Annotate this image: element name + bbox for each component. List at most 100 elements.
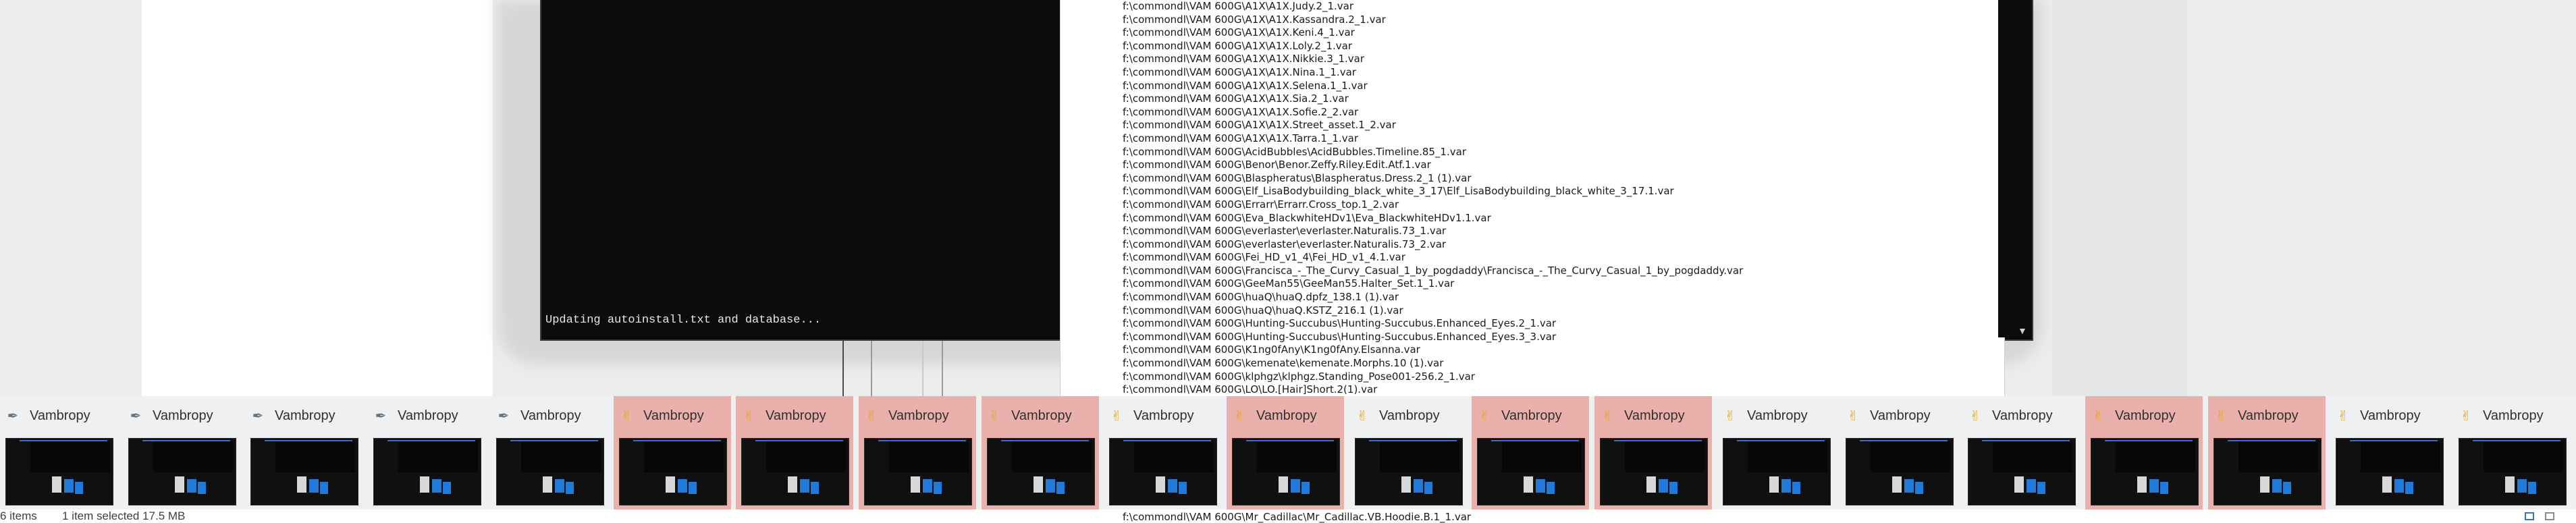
file-list-line: f:\commondl\VAM 600G\Francisca_-_The_Cur…: [1123, 264, 1744, 277]
desktop-background-right: [2052, 0, 2187, 398]
window-preview[interactable]: ✌ Vambropy: [1472, 396, 1589, 510]
file-list-line: f:\commondl\VAM 600G\A1X\A1X.Street_asse…: [1123, 119, 1396, 132]
window-preview-title: Vambropy: [275, 408, 336, 423]
window-preview-title: Vambropy: [1992, 408, 2053, 423]
desktop-background: [142, 0, 493, 398]
file-list-line: f:\commondl\VAM 600G\Eva_BlackwhiteHDv1\…: [1123, 211, 1491, 224]
file-list-line: f:\commondl\VAM 600G\A1X\A1X.Keni.4_1.va…: [1123, 26, 1355, 39]
window-edge-line: [922, 341, 923, 398]
window-preview[interactable]: ✌ Vambropy: [736, 396, 853, 510]
window-preview-thumbnail: [987, 438, 1095, 505]
file-list-line: f:\commondl\VAM 600G\A1X\A1X.Kassandra.2…: [1123, 13, 1386, 26]
large-icons-view-icon[interactable]: [2545, 512, 2554, 520]
window-preview-title: Vambropy: [1256, 408, 1317, 423]
window-preview-title: Vambropy: [1133, 408, 1194, 423]
window-preview[interactable]: ✌ Vambropy: [1104, 396, 1221, 510]
window-preview-thumbnail: [1232, 438, 1340, 505]
window-preview-header: ✌ Vambropy: [1355, 406, 1467, 426]
window-preview[interactable]: ✌ Vambropy: [2330, 396, 2448, 510]
window-preview[interactable]: ✌ Vambropy: [2453, 396, 2571, 510]
window-preview-thumbnail: [741, 438, 849, 505]
window-preview[interactable]: ✌ Vambropy: [982, 396, 1099, 510]
window-preview-thumbnail: [5, 438, 113, 505]
peace-hand-icon: ✌: [1233, 408, 1245, 424]
peace-hand-icon: ✌: [620, 408, 633, 424]
window-preview-header: ✌ Vambropy: [1600, 406, 1712, 426]
window-preview-thumbnail: [2213, 438, 2322, 505]
file-list-line: f:\commondl\VAM 600G\huaQ\huaQ.dpfz_138.…: [1123, 291, 1399, 304]
window-preview-header: ✌ Vambropy: [987, 406, 1099, 426]
file-list-line: f:\commondl\VAM 600G\A1X\A1X.Nikkie.3_1.…: [1123, 53, 1365, 65]
file-list: f:\commondl\VAM 600G\A1X\A1X.Judy.2_1.va…: [1123, 0, 2000, 397]
peace-hand-icon: ✌: [743, 408, 755, 424]
window-preview-thumbnail: [2091, 438, 2199, 505]
window-preview-title: Vambropy: [30, 408, 90, 423]
window-preview[interactable]: ✌ Vambropy: [1594, 396, 1712, 510]
window-preview[interactable]: ✌ Vambropy: [1349, 396, 1467, 510]
file-list-line: f:\commondl\VAM 600G\A1X\A1X.Selena.1_1.…: [1123, 79, 1368, 92]
file-list-line: f:\commondl\VAM 600G\A1X\A1X.Judy.2_1.va…: [1123, 0, 1354, 12]
window-preview-header: ✌ Vambropy: [1723, 406, 1835, 426]
window-preview-title: Vambropy: [1379, 408, 1440, 423]
window-preview-header: ✌ Vambropy: [741, 406, 853, 426]
window-preview[interactable]: ✌ Vambropy: [859, 396, 976, 510]
window-preview[interactable]: ✒ Vambropy: [123, 396, 240, 510]
window-edge-line: [842, 341, 844, 398]
window-preview[interactable]: ✌ Vambropy: [2085, 396, 2203, 510]
window-preview-thumbnail: [864, 438, 972, 505]
window-preview[interactable]: ✌ Vambropy: [1717, 396, 1835, 510]
file-list-line: f:\commondl\VAM 600G\A1X\A1X.Loly.2_1.va…: [1123, 39, 1353, 52]
file-list-line: f:\commondl\VAM 600G\A1X\A1X.Sofie.2_2.v…: [1123, 105, 1359, 118]
details-view-icon[interactable]: [2525, 512, 2534, 520]
selection-info: 1 item selected 17.5 MB: [62, 510, 186, 522]
window-preview-header: ✌ Vambropy: [1968, 406, 2080, 426]
peace-hand-icon: ✌: [2337, 408, 2349, 424]
feather-icon: ✒: [375, 408, 387, 424]
peace-hand-icon: ✌: [1847, 408, 1859, 424]
window-preview[interactable]: ✌ Vambropy: [2208, 396, 2326, 510]
window-preview-thumbnail: [373, 438, 481, 505]
file-list-line: f:\commondl\VAM 600G\K1ng0fAny\K1ng0fAny…: [1123, 343, 1420, 356]
window-preview-title: Vambropy: [766, 408, 826, 423]
window-preview-thumbnail: [1600, 438, 1708, 505]
window-preview-thumbnail: [1723, 438, 1831, 505]
window-preview-header: ✌ Vambropy: [619, 406, 731, 426]
peace-hand-icon: ✌: [2460, 408, 2472, 424]
window-preview[interactable]: ✌ Vambropy: [1227, 396, 1344, 510]
file-list-line: f:\commondl\VAM 600G\A1X\A1X.Tarra.1_1.v…: [1123, 132, 1358, 144]
feather-icon: ✒: [252, 408, 264, 424]
window-preview[interactable]: ✌ Vambropy: [1840, 396, 1958, 510]
window-preview-thumbnail: [1355, 438, 1463, 505]
scroll-down-arrow-icon[interactable]: ▼: [2018, 325, 2027, 336]
window-preview-header: ✌ Vambropy: [1846, 406, 1958, 426]
file-list-line: f:\commondl\VAM 600G\LO\LO.[Hair]Short.2…: [1123, 383, 1378, 396]
file-list-line: f:\commondl\VAM 600G\Blaspheratus\Blasph…: [1123, 171, 1472, 184]
window-preview[interactable]: ✌ Vambropy: [614, 396, 731, 510]
window-preview[interactable]: ✒ Vambropy: [368, 396, 485, 510]
window-preview-header: ✌ Vambropy: [864, 406, 976, 426]
console-scrollbar[interactable]: [1998, 0, 2022, 337]
peace-hand-icon: ✌: [1356, 408, 1368, 424]
window-preview[interactable]: ✒ Vambropy: [491, 396, 608, 510]
file-list-line: f:\commondl\VAM 600G\A1X\A1X.Sia.2_1.var: [1123, 92, 1349, 105]
window-preview[interactable]: ✒ Vambropy: [245, 396, 363, 510]
window-preview-header: ✒ Vambropy: [496, 406, 608, 426]
feather-icon: ✒: [498, 408, 510, 424]
window-preview-thumbnail: [1109, 438, 1217, 505]
window-preview-header: ✌ Vambropy: [1109, 406, 1221, 426]
window-preview-title: Vambropy: [153, 408, 213, 423]
window-preview[interactable]: ✌ Vambropy: [1962, 396, 2080, 510]
file-list-line: f:\commondl\VAM 600G\Elf_LisaBodybuildin…: [1123, 185, 1674, 198]
window-preview-header: ✒ Vambropy: [373, 406, 485, 426]
window-preview-header: ✌ Vambropy: [2213, 406, 2326, 426]
window-preview-header: ✌ Vambropy: [2336, 406, 2448, 426]
peace-hand-icon: ✌: [1110, 408, 1123, 424]
feather-icon: ✒: [130, 408, 142, 424]
file-list-line: f:\commondl\VAM 600G\everlaster\everlast…: [1123, 225, 1447, 238]
window-preview-title: Vambropy: [1747, 408, 1808, 423]
peace-hand-icon: ✌: [1969, 408, 1981, 424]
file-list-line: f:\commondl\VAM 600G\A1X\A1X.Nina.1_1.va…: [1123, 65, 1356, 78]
window-preview-header: ✌ Vambropy: [2091, 406, 2203, 426]
peace-hand-icon: ✌: [1478, 408, 1491, 424]
window-preview[interactable]: ✒ Vambropy: [0, 396, 117, 510]
